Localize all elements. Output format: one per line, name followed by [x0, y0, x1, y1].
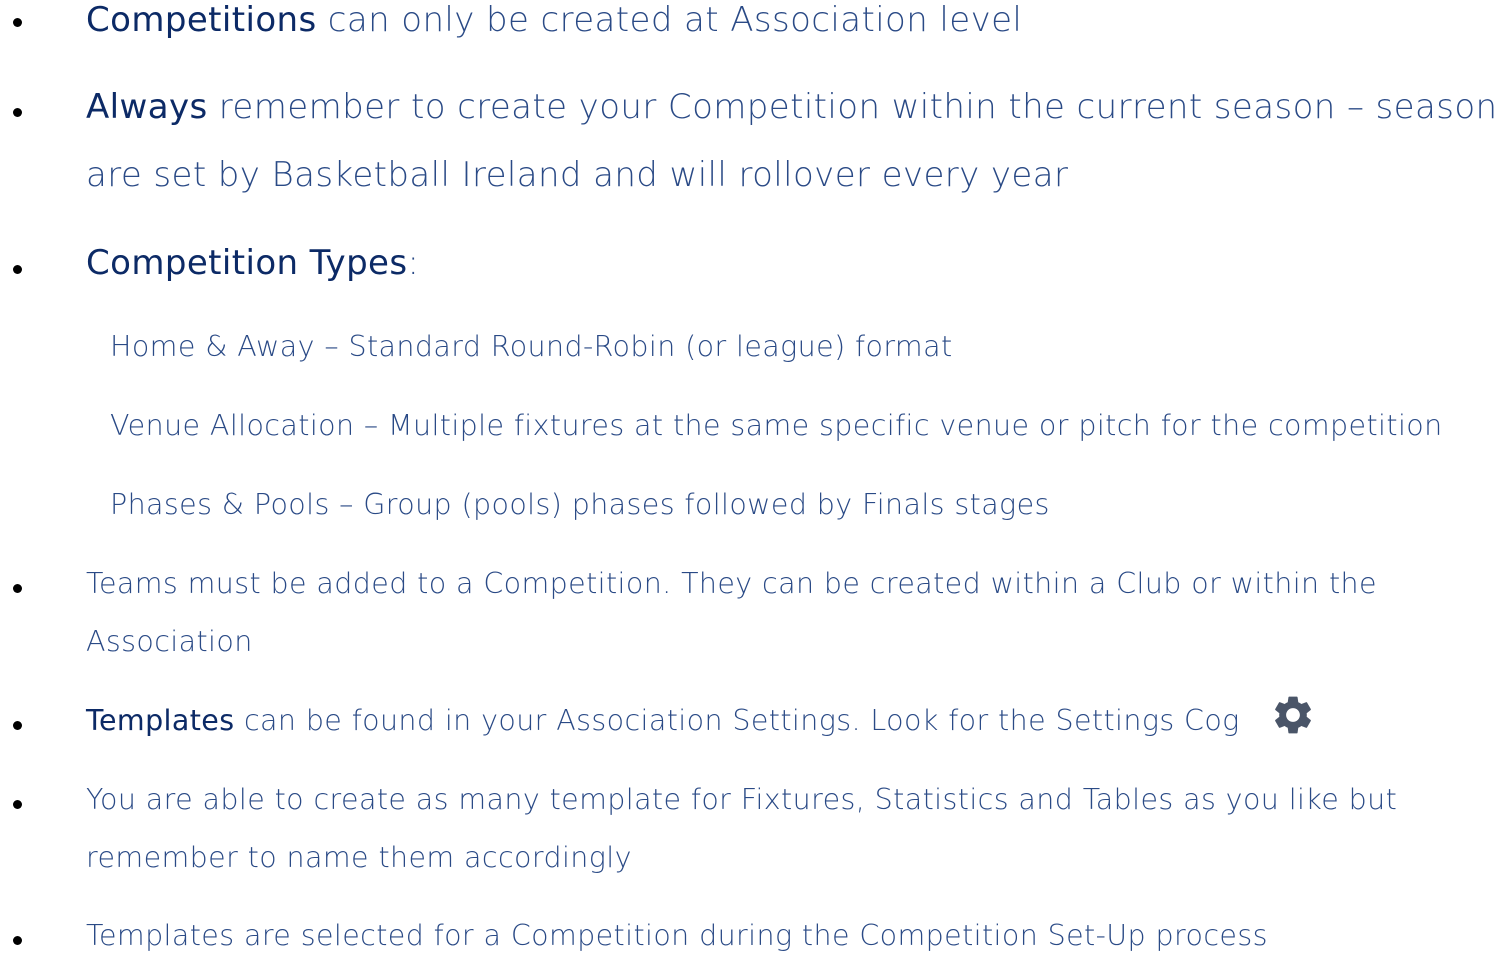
item-text: Competition Types: [86, 243, 419, 283]
competition-type-phases-pools: Phases & Pools – Group (pools) phases fo… [110, 488, 1050, 521]
bullet-dot [13, 18, 22, 27]
item-lead: Always [86, 87, 208, 127]
competition-type-venue-allocation: Venue Allocation – Multiple fixtures at … [110, 409, 1443, 442]
item-text: You are able to create as many template … [86, 783, 1398, 816]
bullet-dot [13, 800, 22, 809]
bullet-dot [13, 265, 22, 274]
item-lead: Templates [86, 704, 235, 737]
bullet-dot [13, 936, 22, 945]
competition-type-home-away: Home & Away – Standard Round-Robin (or l… [110, 330, 953, 363]
bullet-dot [13, 584, 22, 593]
item-text-continued: Association [86, 625, 253, 658]
item-rest: can only be created at Association level [316, 0, 1023, 40]
gear-icon [1275, 696, 1311, 734]
item-text-continued: remember to name them accordingly [86, 841, 632, 874]
item-text: Always remember to create your Competiti… [86, 87, 1494, 127]
item-rest: remember to create your Competition with… [207, 87, 1494, 127]
item-text: Competitions can only be created at Asso… [86, 0, 1022, 40]
item-text: Templates are selected for a Competition… [86, 919, 1268, 952]
bullet-dot [13, 108, 22, 117]
item-text: Templates can be found in your Associati… [86, 704, 1240, 737]
bullet-dot [13, 721, 22, 730]
item-lead: Competition Types [86, 243, 408, 283]
item-text: Teams must be added to a Competition. Th… [86, 567, 1377, 600]
item-lead: Competitions [86, 0, 317, 40]
item-rest: can be found in your Association Setting… [234, 704, 1240, 737]
item-rest: : [407, 243, 420, 283]
item-text-continued: are set by Basketball Ireland and will r… [86, 155, 1069, 195]
